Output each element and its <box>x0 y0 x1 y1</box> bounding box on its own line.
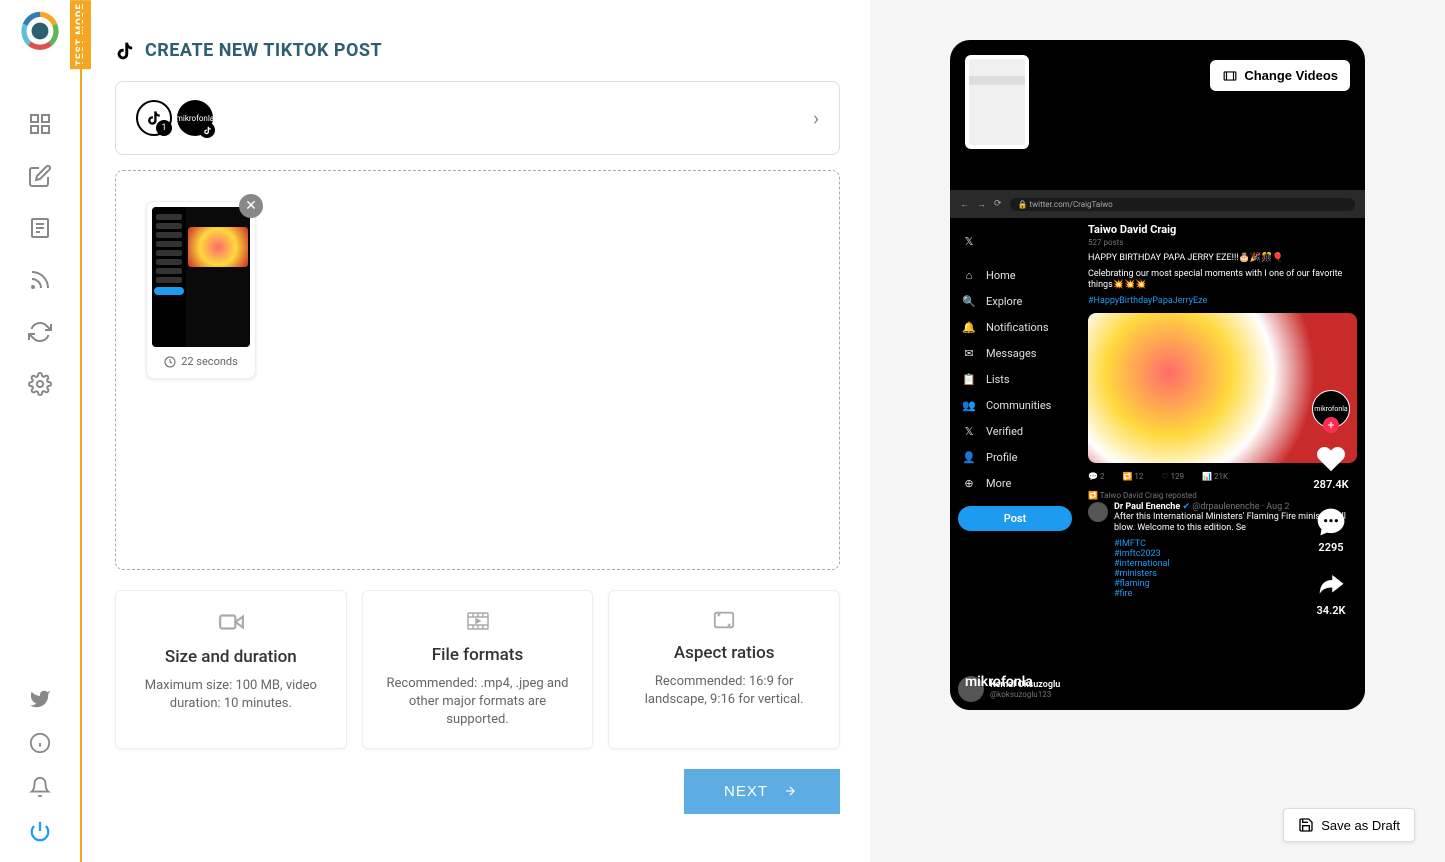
browser-bar: ←→⟳ 🔒 twitter.com/CraigTaiwo <box>950 190 1365 218</box>
remove-video-button[interactable]: ✕ <box>239 194 263 218</box>
video-dropzone[interactable]: ✕ 2 <box>115 170 840 570</box>
feed-user-name: Dr Paul Enenche <box>1114 502 1180 512</box>
sidebar: TEST MODE <box>0 0 80 862</box>
save-draft-button[interactable]: Save as Draft <box>1283 808 1415 842</box>
info-card-title: File formats <box>378 645 578 665</box>
next-button[interactable]: NEXT <box>684 769 840 814</box>
feed-text: HAPPY BIRTHDAY PAPA JERRY EZE!!!🎂🎉🎊🎈 <box>1088 253 1357 265</box>
twitter-nav-label: Profile <box>986 451 1017 464</box>
settings-icon[interactable] <box>28 372 52 396</box>
info-card-aspect: Aspect ratios Recommended: 16:9 for land… <box>608 590 840 749</box>
video-duration: 22 seconds <box>152 347 250 373</box>
tiktok-username: mikrofonla <box>965 674 1033 690</box>
feed-user-handle: @drpaulenenche · Aug 2 <box>1192 502 1289 512</box>
tiktok-comment-count: 2295 <box>1318 541 1343 554</box>
twitter-nav-label: Notifications <box>986 321 1049 334</box>
tiktok-like-button[interactable]: 287.4K <box>1313 443 1348 491</box>
heart-icon <box>1315 443 1347 475</box>
aspect-ratio-icon <box>710 609 738 631</box>
video-content-preview: ←→⟳ 🔒 twitter.com/CraigTaiwo 𝕏 ⌂Home 🔍Ex… <box>950 190 1365 710</box>
feed-profile-name: Taiwo David Craig <box>1088 223 1357 236</box>
film-strip-icon <box>1222 69 1238 83</box>
info-card-desc: Maximum size: 100 MB, video duration: 10… <box>131 677 331 713</box>
page-title: CREATE NEW TIKTOK POST <box>115 40 840 61</box>
change-videos-button[interactable]: Change Videos <box>1210 60 1350 91</box>
tiktok-profile-avatar[interactable]: mikrofonla <box>1312 390 1350 428</box>
dashboard-icon[interactable] <box>28 112 52 136</box>
twitter-nav-label: Communities <box>986 399 1051 412</box>
feed-text: Celebrating our most special moments wit… <box>1088 269 1357 292</box>
power-icon[interactable] <box>29 820 51 842</box>
share-icon <box>1315 570 1347 600</box>
twitter-current-handle: @koksuzoglu123 <box>990 690 1060 699</box>
feed-reposted: Taiwo David Craig reposted <box>1100 491 1197 500</box>
info-card-format: File formats Recommended: .mp4, .jpeg an… <box>362 590 594 749</box>
video-thumbnail-card: ✕ 2 <box>146 201 256 379</box>
account-tiktok-icon: 1 <box>136 100 172 136</box>
twitter-nav-label: Verified <box>986 425 1023 438</box>
tiktok-icon <box>115 41 135 61</box>
info-card-title: Aspect ratios <box>624 643 824 663</box>
arrow-right-icon <box>780 784 800 798</box>
tiktok-comment-button[interactable]: 2295 <box>1315 506 1347 554</box>
clock-icon <box>164 356 176 368</box>
save-icon <box>1298 817 1314 833</box>
page-title-text: CREATE NEW TIKTOK POST <box>145 40 382 61</box>
video-camera-icon <box>216 609 246 635</box>
compose-icon[interactable] <box>28 164 52 188</box>
twitter-nav: 𝕏 ⌂Home 🔍Explore 🔔Notifications ✉Message… <box>950 218 1080 710</box>
change-videos-label: Change Videos <box>1244 68 1338 83</box>
account-avatar: mikrofonla <box>177 100 213 136</box>
video-thumbnail[interactable] <box>152 207 250 347</box>
bell-icon[interactable] <box>29 776 51 798</box>
tiktok-preview: Change Videos ←→⟳ 🔒 twitter.com/CraigTai… <box>950 40 1365 710</box>
save-draft-label: Save as Draft <box>1321 818 1400 833</box>
twitter-nav-label: Lists <box>986 373 1010 386</box>
twitter-post-button: Post <box>958 506 1072 531</box>
account-count-badge: 1 <box>156 120 172 136</box>
preview-mini-thumbnail[interactable] <box>965 55 1029 149</box>
info-card-desc: Recommended: 16:9 for landscape, 9:16 fo… <box>624 673 824 709</box>
info-card-size: Size and duration Maximum size: 100 MB, … <box>115 590 347 749</box>
browser-url: twitter.com/CraigTaiwo <box>1030 200 1113 209</box>
feed-icon[interactable] <box>28 216 52 240</box>
info-card-desc: Recommended: .mp4, .jpeg and other major… <box>378 675 578 730</box>
account-platform-badge <box>199 122 215 138</box>
refresh-icon[interactable] <box>28 320 52 344</box>
preview-panel: Change Videos ←→⟳ 🔒 twitter.com/CraigTai… <box>870 0 1445 862</box>
info-card-title: Size and duration <box>131 647 331 667</box>
tiktok-like-count: 287.4K <box>1313 478 1348 491</box>
feed-hashtag: #HappyBirthdayPapaJerryEze <box>1088 296 1357 308</box>
compose-panel: CREATE NEW TIKTOK POST 1 mikrofonla › <box>80 0 870 862</box>
tiktok-share-count: 34.2K <box>1317 604 1346 617</box>
film-icon <box>464 609 492 633</box>
twitter-icon[interactable] <box>29 688 51 710</box>
twitter-nav-label: More <box>986 477 1011 490</box>
chevron-right-icon: › <box>813 106 819 130</box>
twitter-nav-label: Explore <box>986 295 1022 308</box>
account-selector[interactable]: 1 mikrofonla › <box>115 81 840 155</box>
info-icon[interactable] <box>29 732 51 754</box>
tiktok-action-bar: mikrofonla 287.4K 2295 34.2K <box>1312 390 1350 617</box>
next-button-label: NEXT <box>724 783 768 800</box>
comment-icon <box>1315 506 1347 538</box>
app-logo[interactable] <box>19 10 61 52</box>
rss-icon[interactable] <box>28 268 52 292</box>
feed-profile-posts: 527 posts <box>1088 238 1357 247</box>
twitter-nav-label: Messages <box>986 347 1036 360</box>
video-duration-text: 22 seconds <box>181 355 238 368</box>
twitter-nav-label: Home <box>986 269 1016 282</box>
tiktok-share-button[interactable]: 34.2K <box>1315 569 1347 617</box>
